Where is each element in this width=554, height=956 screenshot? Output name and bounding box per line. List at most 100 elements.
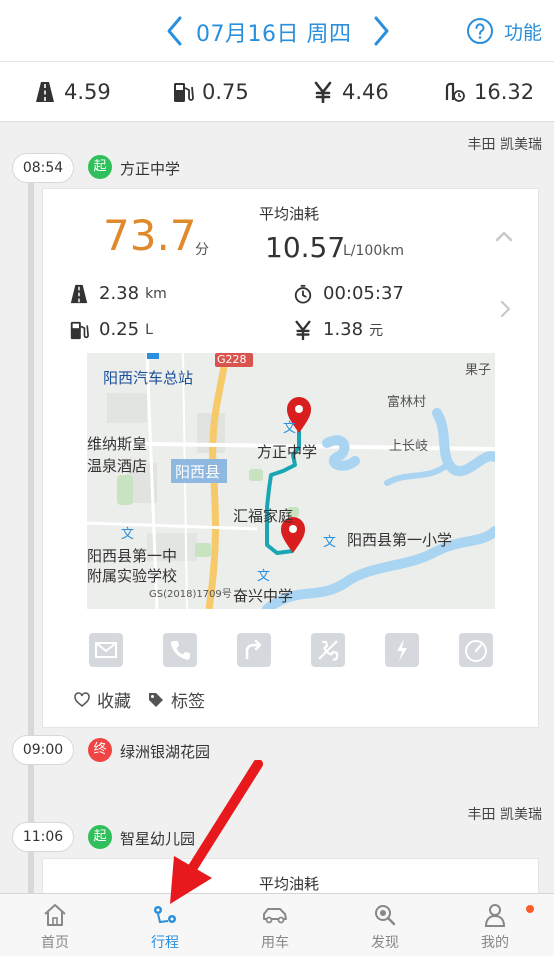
trip-action-row: [87, 633, 497, 669]
nav-trips-label: 行程: [151, 935, 179, 951]
map-label-fenxing: 奋兴中学: [233, 587, 294, 605]
mail-icon: [95, 642, 117, 658]
total-fuel-stat: 0.75: [172, 78, 249, 106]
map-label-weinasi: 维纳斯皇: [87, 435, 148, 453]
function-button[interactable]: 功能: [504, 18, 542, 45]
total-fuel-value: 0.75: [202, 80, 249, 104]
trip2-car-label: 丰田 凯美瑞: [467, 807, 542, 823]
map-label-huifu: 汇福家庭: [233, 507, 294, 525]
map-school-marker-3: 文: [323, 535, 337, 550]
nav-profile[interactable]: 我的: [440, 894, 550, 956]
tag-label: 标签: [171, 692, 205, 712]
total-cost-value: 4.46: [342, 80, 389, 104]
avg-fuel-unit: L/100km: [343, 243, 404, 259]
map-label-guozi: 果子: [465, 363, 492, 378]
summary-stats-bar: 4.59 0.75 4.46 16.32: [0, 62, 554, 122]
share-arrow-icon: [245, 639, 262, 660]
nav-profile-label: 我的: [481, 935, 509, 951]
stopwatch-icon: [294, 284, 312, 304]
trip2-start-badge: 起: [88, 825, 112, 849]
end-badge: 终: [88, 738, 112, 762]
trip2-start-time: 11:06: [12, 822, 74, 852]
map-label-no1-middle-a: 阳西县第一中: [87, 547, 178, 565]
map-label-wenquan: 温泉酒店: [87, 457, 148, 475]
nav-discover[interactable]: 发现: [330, 894, 440, 956]
map-label-g228: G228: [217, 353, 247, 366]
fuel-gauge-icon: [445, 82, 465, 102]
map-label-no1-primary: 阳西县第一小学: [347, 531, 453, 549]
trip-cost-unit: 元: [369, 322, 384, 339]
heart-icon: [74, 691, 90, 707]
trip-car-label: 丰田 凯美瑞: [467, 137, 542, 153]
road-icon: [36, 82, 54, 102]
avg-fuel-value: 10.57: [265, 231, 346, 264]
nav-car-label: 用车: [261, 935, 289, 951]
map-label-county: 阳西县: [175, 463, 221, 481]
help-icon[interactable]: [466, 17, 494, 45]
trip-fuel-value: 0.25: [99, 319, 140, 340]
total-cost-stat: 4.46: [312, 78, 389, 106]
nav-home[interactable]: 首页: [0, 894, 110, 956]
map-school-marker-2: 文: [283, 421, 297, 436]
avg-fuel-stat: 16.32: [444, 78, 534, 106]
trip-fuel: 0.25 L: [69, 319, 153, 340]
avg-fuel-value: 16.32: [474, 80, 535, 104]
yen-icon: [314, 81, 332, 103]
map-label-bus-station: 阳西汽车总站: [103, 369, 194, 387]
user-icon: [484, 904, 506, 927]
map-school-marker-1: 文: [121, 527, 135, 542]
mail-action[interactable]: [89, 633, 123, 667]
harsh-brake-action[interactable]: [385, 633, 419, 667]
tag-button[interactable]: 标签: [147, 687, 205, 712]
no-phone-icon: [318, 640, 339, 661]
no-phone-action[interactable]: [311, 633, 345, 667]
total-distance-value: 4.59: [64, 80, 111, 104]
trip-end-place: 绿洲银湖花园: [120, 743, 211, 761]
nav-discover-label: 发现: [371, 935, 399, 951]
lightning-icon: [397, 639, 407, 661]
search-icon: [375, 905, 396, 926]
trip-fuel-unit: L: [145, 321, 153, 338]
notification-dot: [526, 905, 534, 913]
home-icon: [44, 904, 66, 926]
trip-start-place: 方正中学: [120, 160, 181, 178]
map-label-fangzheng: 方正中学: [257, 443, 318, 461]
favorite-label: 收藏: [97, 692, 131, 712]
trip-end-time: 09:00: [12, 735, 74, 765]
route-map[interactable]: 阳西汽车总站 G228 果子 富林村 维纳斯皇 温泉酒店 方正中学 上长岐 阳西…: [87, 353, 495, 609]
share-action[interactable]: [237, 633, 271, 667]
timeline-line: [28, 180, 34, 900]
yen-icon: [295, 320, 311, 340]
map-label-shangchangqi: 上长岐: [389, 439, 429, 454]
chevron-right-icon[interactable]: [366, 12, 396, 50]
trip2-card[interactable]: 平均油耗: [42, 858, 539, 898]
chevron-right-icon[interactable]: [495, 299, 515, 319]
speed-action[interactable]: [459, 633, 493, 667]
header: 07月16日 周四 功能: [0, 0, 554, 62]
driving-score: 73.7: [103, 211, 197, 260]
phone-icon: [170, 641, 190, 660]
chevron-up-icon[interactable]: [493, 225, 515, 247]
total-distance-stat: 4.59: [34, 78, 111, 106]
trip-cost-value: 1.38: [323, 319, 364, 340]
map-copyright: GS(2018)1709号: [149, 589, 232, 600]
trip-distance-value: 2.38: [99, 283, 140, 304]
nav-home-label: 首页: [41, 935, 69, 951]
trip-distance-unit: km: [145, 285, 167, 302]
map-label-no1-middle-b: 附属实验学校: [87, 567, 178, 585]
start-badge: 起: [88, 155, 112, 179]
red-arrow-annotation: [170, 760, 263, 904]
score-unit: 分: [195, 242, 209, 258]
map-label-fulin: 富林村: [387, 395, 427, 410]
fuel-pump-icon: [70, 321, 89, 339]
phone-action[interactable]: [163, 633, 197, 667]
trip-duration-value: 00:05:37: [323, 283, 404, 304]
trip-distance: 2.38 km: [69, 283, 167, 304]
avg-fuel-title: 平均油耗: [259, 205, 320, 223]
trip-card[interactable]: 73.7 分 平均油耗 10.57 L/100km 2.38 km 00:05:…: [42, 188, 539, 728]
trip-duration: 00:05:37: [293, 283, 404, 304]
speedometer-icon: [465, 640, 487, 662]
trip-start-time: 08:54: [12, 153, 74, 183]
favorite-button[interactable]: 收藏: [73, 687, 131, 712]
chevron-left-icon[interactable]: [160, 12, 190, 50]
